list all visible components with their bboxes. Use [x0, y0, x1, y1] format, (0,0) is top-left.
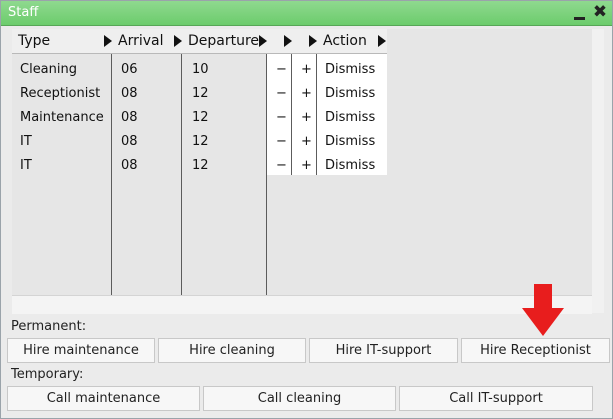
- minimize-icon[interactable]: [573, 5, 587, 21]
- increase-button[interactable]: +: [301, 86, 312, 102]
- increase-button[interactable]: +: [301, 62, 312, 78]
- cell-departure: 12: [192, 110, 209, 125]
- cell-departure: 12: [192, 86, 209, 101]
- dismiss-button[interactable]: Dismiss: [325, 158, 375, 174]
- cell-departure: 12: [192, 158, 209, 173]
- header-arrival[interactable]: Arrival: [112, 29, 182, 54]
- cell-type: Maintenance: [20, 110, 104, 125]
- header-arrival-label: Arrival: [118, 33, 164, 49]
- hire-maintenance-button[interactable]: Hire maintenance: [7, 338, 155, 363]
- sort-minus-icon[interactable]: [284, 35, 292, 47]
- cell-arrival: 06: [121, 62, 138, 77]
- hire-it-support-button[interactable]: Hire IT-support: [309, 338, 458, 363]
- vertical-scrollbar[interactable]: [592, 29, 604, 313]
- increase-button[interactable]: +: [301, 110, 312, 126]
- decrease-button[interactable]: −: [276, 86, 287, 102]
- hire-cleaning-button[interactable]: Hire cleaning: [158, 338, 306, 363]
- temporary-label: Temporary:: [11, 367, 84, 382]
- hire-receptionist-button[interactable]: Hire Receptionist: [461, 338, 610, 363]
- dismiss-button[interactable]: Dismiss: [325, 62, 375, 78]
- cell-arrival: 08: [121, 158, 138, 173]
- sort-action-icon[interactable]: [378, 35, 386, 47]
- sort-plus-icon[interactable]: [309, 35, 317, 47]
- dismiss-button[interactable]: Dismiss: [325, 86, 375, 102]
- title-bar[interactable]: Staff ✖: [1, 1, 612, 26]
- dismiss-button[interactable]: Dismiss: [325, 110, 375, 126]
- red-down-arrow-icon: [522, 284, 564, 336]
- sort-departure-icon[interactable]: [259, 35, 267, 47]
- cell-arrival: 08: [121, 110, 138, 125]
- close-icon[interactable]: ✖: [591, 3, 609, 22]
- staff-table: Type Arrival Departure Action Cleaning 0…: [12, 29, 592, 314]
- sort-arrival-icon[interactable]: [174, 35, 182, 47]
- call-maintenance-button[interactable]: Call maintenance: [7, 386, 200, 411]
- header-action-label: Action: [323, 33, 367, 49]
- horizontal-scrollbar[interactable]: [12, 295, 592, 314]
- increase-button[interactable]: +: [301, 158, 312, 174]
- cell-arrival: 08: [121, 86, 138, 101]
- call-cleaning-button[interactable]: Call cleaning: [203, 386, 396, 411]
- header-departure-label: Departure: [188, 33, 260, 49]
- dismiss-button[interactable]: Dismiss: [325, 134, 375, 150]
- cell-departure: 12: [192, 134, 209, 149]
- header-type[interactable]: Type: [12, 29, 112, 54]
- decrease-button[interactable]: −: [276, 158, 287, 174]
- staff-window: Staff ✖ Type Arrival Departure Action Cl…: [0, 0, 613, 419]
- decrease-button[interactable]: −: [276, 62, 287, 78]
- cell-type: IT: [20, 134, 32, 149]
- cell-arrival: 08: [121, 134, 138, 149]
- window-title: Staff: [8, 5, 39, 20]
- header-type-label: Type: [18, 33, 51, 49]
- sort-type-icon[interactable]: [104, 35, 112, 47]
- decrease-button[interactable]: −: [276, 134, 287, 150]
- header-action[interactable]: Action: [317, 29, 387, 54]
- header-departure[interactable]: Departure: [182, 29, 267, 54]
- cell-type: IT: [20, 158, 32, 173]
- call-it-support-button[interactable]: Call IT-support: [399, 386, 593, 411]
- increase-button[interactable]: +: [301, 134, 312, 150]
- permanent-label: Permanent:: [11, 319, 87, 334]
- decrease-button[interactable]: −: [276, 110, 287, 126]
- cell-departure: 10: [192, 62, 209, 77]
- cell-type: Cleaning: [20, 62, 77, 77]
- cell-type: Receptionist: [20, 86, 101, 101]
